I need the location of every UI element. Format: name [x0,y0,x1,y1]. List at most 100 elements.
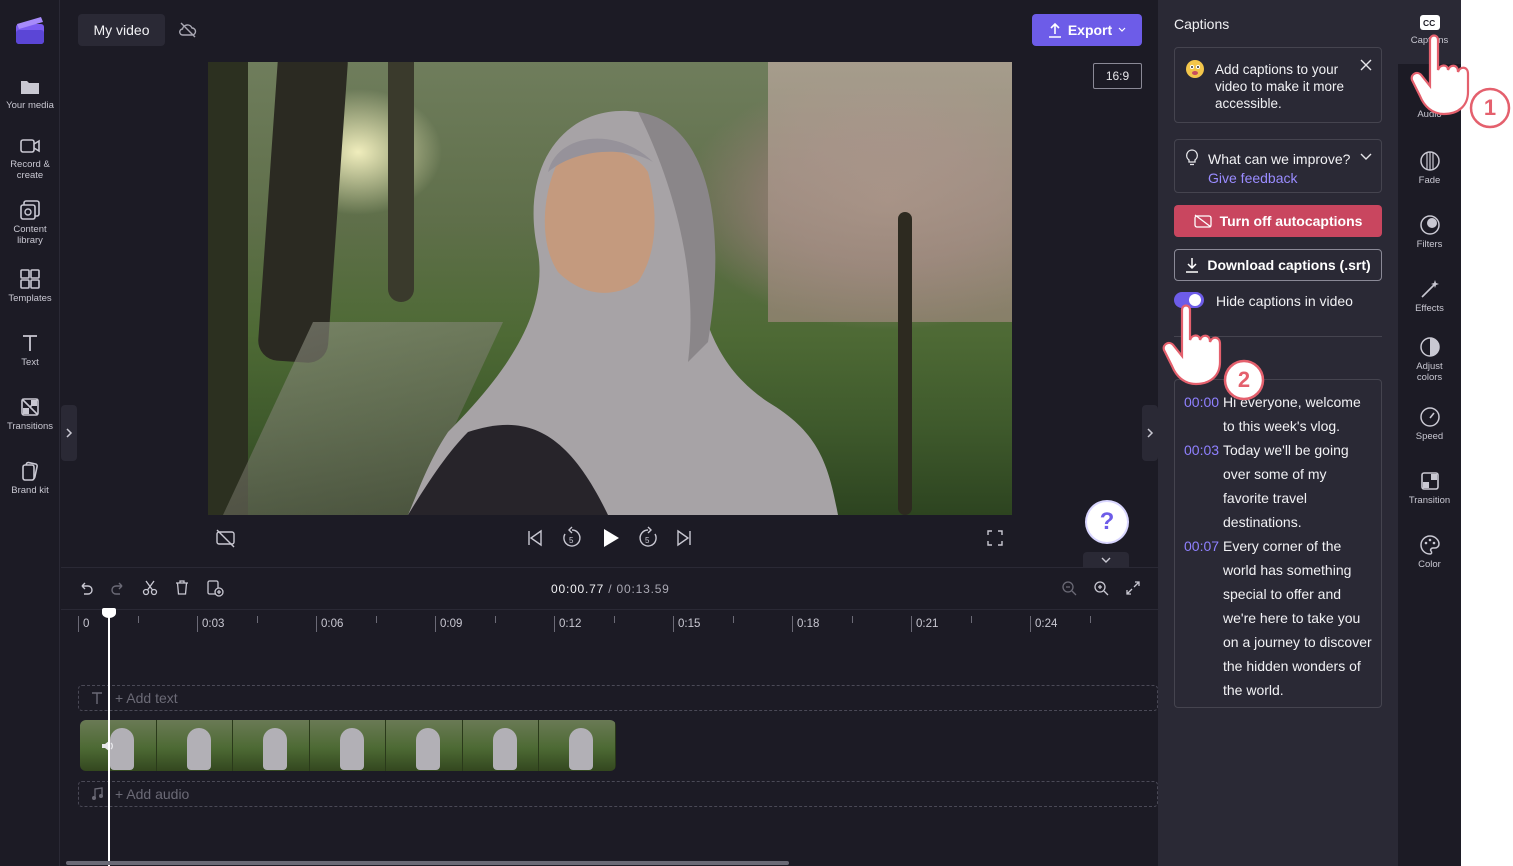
nav-text[interactable]: Text [0,332,60,368]
feedback-question: What can we improve? [1208,151,1351,167]
time-ruler[interactable]: 0 0:03 0:06 0:09 0:12 0:15 0:18 0:21 0:2… [61,610,1158,638]
rail-fade[interactable]: Fade [1398,150,1461,186]
skip-to-start-icon[interactable] [526,526,544,550]
clip-frame [386,720,463,771]
caption-transcript[interactable]: 00:00 Hi everyone, welcome to this week'… [1174,379,1382,708]
background-tree [898,212,912,515]
caption-line[interactable]: 00:07 Every corner of the world has some… [1184,534,1373,702]
caption-line[interactable]: 00:03 Today we'll be going over some of … [1184,438,1373,534]
captions-panel: Captions Add captions to your video to m… [1158,0,1398,866]
left-panel-expand-handle[interactable] [61,405,77,461]
app-logo-icon[interactable] [14,14,46,46]
tick-mark [495,616,496,623]
rewind-5-icon[interactable]: 5 [561,526,583,550]
tick-label: 0:06 [316,616,343,632]
nav-label: Templates [8,293,52,304]
text-icon [23,335,37,351]
aspect-ratio-button[interactable]: 16:9 [1093,63,1142,89]
background-tree [256,62,350,365]
nav-your-media[interactable]: Your media [0,77,60,111]
caption-text[interactable]: Every corner of the world has something … [1223,534,1373,702]
timeline-scrollbar[interactable] [66,861,789,865]
nav-brand-kit[interactable]: Brand kit [0,460,60,496]
play-icon[interactable] [600,526,622,550]
tick-mark [733,616,734,623]
caption-timestamp[interactable]: 00:07 [1184,534,1223,702]
skip-to-end-icon[interactable] [675,526,693,550]
tick-mark [1090,616,1091,623]
video-clip[interactable] [80,720,616,771]
tick-label: 0 [78,616,89,632]
rail-effects[interactable]: Effects [1398,278,1461,314]
download-captions-button[interactable]: Download captions (.srt) [1174,249,1382,281]
export-label: Export [1067,22,1113,38]
add-audio-track[interactable]: + Add audio [78,781,1158,807]
give-feedback-link[interactable]: Give feedback [1208,170,1298,186]
collapse-preview-tab[interactable] [1083,552,1129,568]
woman-in-hijab [408,110,838,515]
tick-label: 0:09 [435,616,462,632]
cloud-off-icon[interactable] [178,20,198,40]
tip-text: Add captions to your video to make it mo… [1215,62,1345,111]
nav-label: Transitions [6,421,54,432]
rail-speed[interactable]: Speed [1398,406,1461,442]
clip-frame [156,720,234,771]
feedback-card: What can we improve? Give feedback [1174,139,1382,193]
fit-to-screen-icon[interactable] [1125,580,1141,596]
fullscreen-icon[interactable] [986,526,1004,550]
nav-content-library[interactable]: Content library [0,199,60,246]
emoji-icon [1186,60,1204,78]
rail-label: Fade [1418,175,1441,186]
turn-off-label: Turn off autocaptions [1219,213,1363,229]
tick-mark [138,616,139,623]
brand-kit-icon [22,461,38,481]
video-preview[interactable] [208,62,1012,515]
caption-timestamp[interactable]: 00:03 [1184,438,1223,534]
duplicate-icon[interactable] [206,579,224,597]
add-text-track[interactable]: + Add text [78,685,1158,711]
tick-label: 0:21 [911,616,938,632]
background-tree [208,62,248,515]
zoom-in-icon[interactable] [1093,580,1109,596]
delete-icon[interactable] [174,579,190,596]
forward-5-icon[interactable]: 5 [637,526,659,550]
rail-filters[interactable]: Filters [1398,214,1461,250]
right-panel-collapse-handle[interactable] [1142,405,1158,461]
rail-label: Adjust colors [1416,361,1443,383]
undo-icon[interactable] [78,580,94,596]
tick-mark [852,616,853,623]
nav-record-create[interactable]: Record & create [0,136,60,181]
tick-label: 0:12 [554,616,581,632]
rail-transition[interactable]: Transition [1398,470,1461,506]
nav-templates[interactable]: Templates [0,268,60,304]
transitions-icon [21,398,39,416]
nav-label: Content library [13,224,47,246]
text-icon [92,692,102,704]
close-icon[interactable] [1359,58,1373,72]
caption-text[interactable]: Today we'll be going over some of my fav… [1223,438,1373,534]
captions-off-icon[interactable] [216,526,236,550]
download-label: Download captions (.srt) [1207,257,1371,273]
project-title[interactable]: My video [78,14,165,46]
chevron-down-icon[interactable] [1360,153,1372,161]
music-note-icon [92,787,103,800]
total-time: / 00:13.59 [608,582,670,596]
rail-adjust-colors[interactable]: Adjust colors [1398,336,1461,383]
left-sidebar: Your media Record & create Content libra… [0,0,60,866]
zoom-out-icon[interactable] [1061,580,1077,596]
chevron-down-icon [1118,27,1126,32]
redo-icon[interactable] [110,580,126,596]
export-button[interactable]: Export [1032,14,1142,46]
turn-off-autocaptions-button[interactable]: Turn off autocaptions [1174,205,1382,237]
help-button[interactable]: ? [1087,502,1127,542]
captions-off-icon [1193,214,1212,228]
split-scissors-icon[interactable] [142,580,158,596]
playhead[interactable] [108,610,110,866]
captions-tip-card: Add captions to your video to make it mo… [1174,47,1382,123]
download-icon [1186,258,1199,273]
nav-transitions[interactable]: Transitions [0,396,60,432]
timeline: 00:00.77 / 00:13.59 0 0:03 0:06 0:09 0:1… [61,567,1158,866]
rail-color[interactable]: Color [1398,534,1461,570]
rail-label: Filters [1416,239,1443,250]
step-number-2: 2 [1237,367,1251,392]
